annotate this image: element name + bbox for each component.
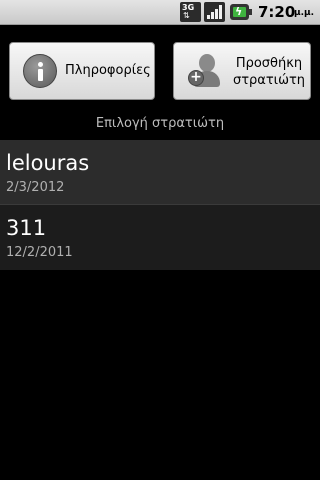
- data-arrows-icon: ⇅: [183, 11, 190, 20]
- soldier-date: 12/2/2011: [6, 245, 73, 260]
- section-header: Επιλογή στρατιώτη: [95, 116, 225, 131]
- soldier-date: 2/3/2012: [6, 180, 65, 195]
- info-icon: [23, 54, 57, 88]
- soldier-list-item[interactable]: 311 12/2/2011: [0, 205, 320, 270]
- add-soldier-button[interactable]: + Προσθήκη στρατιώτη: [173, 42, 311, 100]
- add-soldier-label-line1: Προσθήκη: [235, 56, 303, 71]
- info-button-label: Πληροφορίες: [65, 63, 151, 78]
- clock-ampm: μ.μ.: [294, 8, 315, 18]
- signal-strength-icon: [204, 2, 225, 22]
- add-soldier-button-label: Προσθήκη στρατιώτη: [230, 55, 308, 89]
- 3g-data-icon: 3G ⇅: [180, 2, 201, 22]
- add-soldier-label-line2: στρατιώτη: [232, 73, 306, 88]
- soldier-list-item[interactable]: lelouras 2/3/2012: [0, 140, 320, 205]
- status-bar: 3G ⇅ ϟ 7:20 μ.μ.: [0, 0, 320, 25]
- battery-charging-icon: ϟ: [230, 4, 252, 20]
- soldier-name: 311: [6, 216, 47, 240]
- info-button[interactable]: Πληροφορίες: [9, 42, 155, 100]
- soldier-list: lelouras 2/3/2012 311 12/2/2011: [0, 140, 320, 270]
- clock-time: 7:20: [258, 3, 296, 21]
- soldier-name: lelouras: [6, 151, 90, 175]
- add-user-icon: +: [188, 53, 224, 89]
